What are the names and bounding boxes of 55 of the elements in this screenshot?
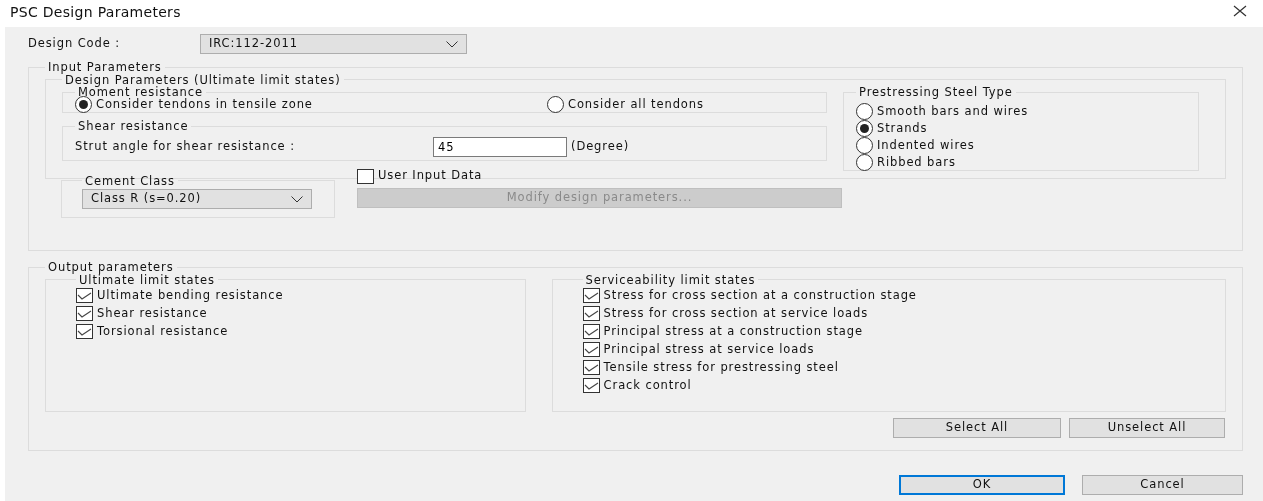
dropdown[interactable]: Class R (s=0.20) [82,189,312,210]
checkbox-label: Principal stress at a construction stage [603,324,863,339]
checkbox-label: Shear resistance [97,306,208,321]
radio-button[interactable] [856,136,873,154]
checkbox-label: Principal stress at service loads [603,342,815,357]
checkbox-label: User Input Data [378,169,483,184]
group-title: Shear resistance [77,120,190,133]
checkbox-label: Tensile stress for prestressing steel [603,360,839,375]
radio-label: Consider all tendons [568,97,704,112]
group-title: Ultimate limit states [79,273,216,287]
radio-label: Strands [877,121,928,136]
field-label: Strut angle for shear resistance : [75,140,296,154]
radio-button[interactable] [75,95,92,113]
checkbox-label: Stress for cross section at service loads [603,306,869,321]
window-title: PSC Design Parameters [10,4,181,22]
checkbox[interactable] [582,306,600,322]
checkbox[interactable] [357,168,374,184]
close-icon[interactable] [1233,4,1247,18]
checkbox[interactable] [582,342,600,358]
group-title: Cement Class [84,174,176,188]
unit-label: (Degree) [571,140,630,154]
radio-button[interactable] [547,95,564,113]
radio-button[interactable] [856,153,873,171]
select-all-button[interactable]: Select All [893,417,1061,438]
group-title: Input Parameters [47,61,163,74]
cancel-button[interactable]: Cancel [1082,475,1243,495]
ok-button[interactable]: OK [899,475,1065,495]
checkbox[interactable] [582,324,600,340]
checkbox[interactable] [582,288,600,304]
radio-label: Consider tendons in tensile zone [96,97,313,112]
checkbox-label: Torsional resistance [97,324,229,339]
radio-button[interactable] [856,102,873,120]
checkbox[interactable] [76,288,93,304]
group-title: Prestressing Steel Type [858,86,1014,99]
group-title: Moment resistance [78,86,203,99]
group-title: Serviceability limit states [584,273,757,287]
checkbox[interactable] [582,378,600,394]
radio-label: Smooth bars and wires [877,104,1029,119]
checkbox[interactable] [76,324,93,340]
unselect-all-button[interactable]: Unselect All [1069,417,1225,438]
dropdown[interactable]: IRC:112-2011 [200,34,467,54]
input-field[interactable]: 45 [433,136,567,157]
chevron-down-icon [291,195,303,203]
checkbox-label: Ultimate bending resistance [97,288,284,303]
checkbox-label: Stress for cross section at a construction stage [603,288,917,303]
checkbox-label: Crack control [603,378,692,393]
radio-label: Indented wires [877,138,975,153]
group-title: Design Parameters (Ultimate limit states) [65,73,342,87]
radio-button[interactable] [856,119,873,137]
group-title: Output parameters [47,261,175,274]
checkbox[interactable] [582,360,600,376]
checkbox[interactable] [76,306,93,322]
chevron-down-icon [446,40,458,48]
radio-label: Ribbed bars [877,155,956,170]
field-label: Design Code : [28,37,122,51]
